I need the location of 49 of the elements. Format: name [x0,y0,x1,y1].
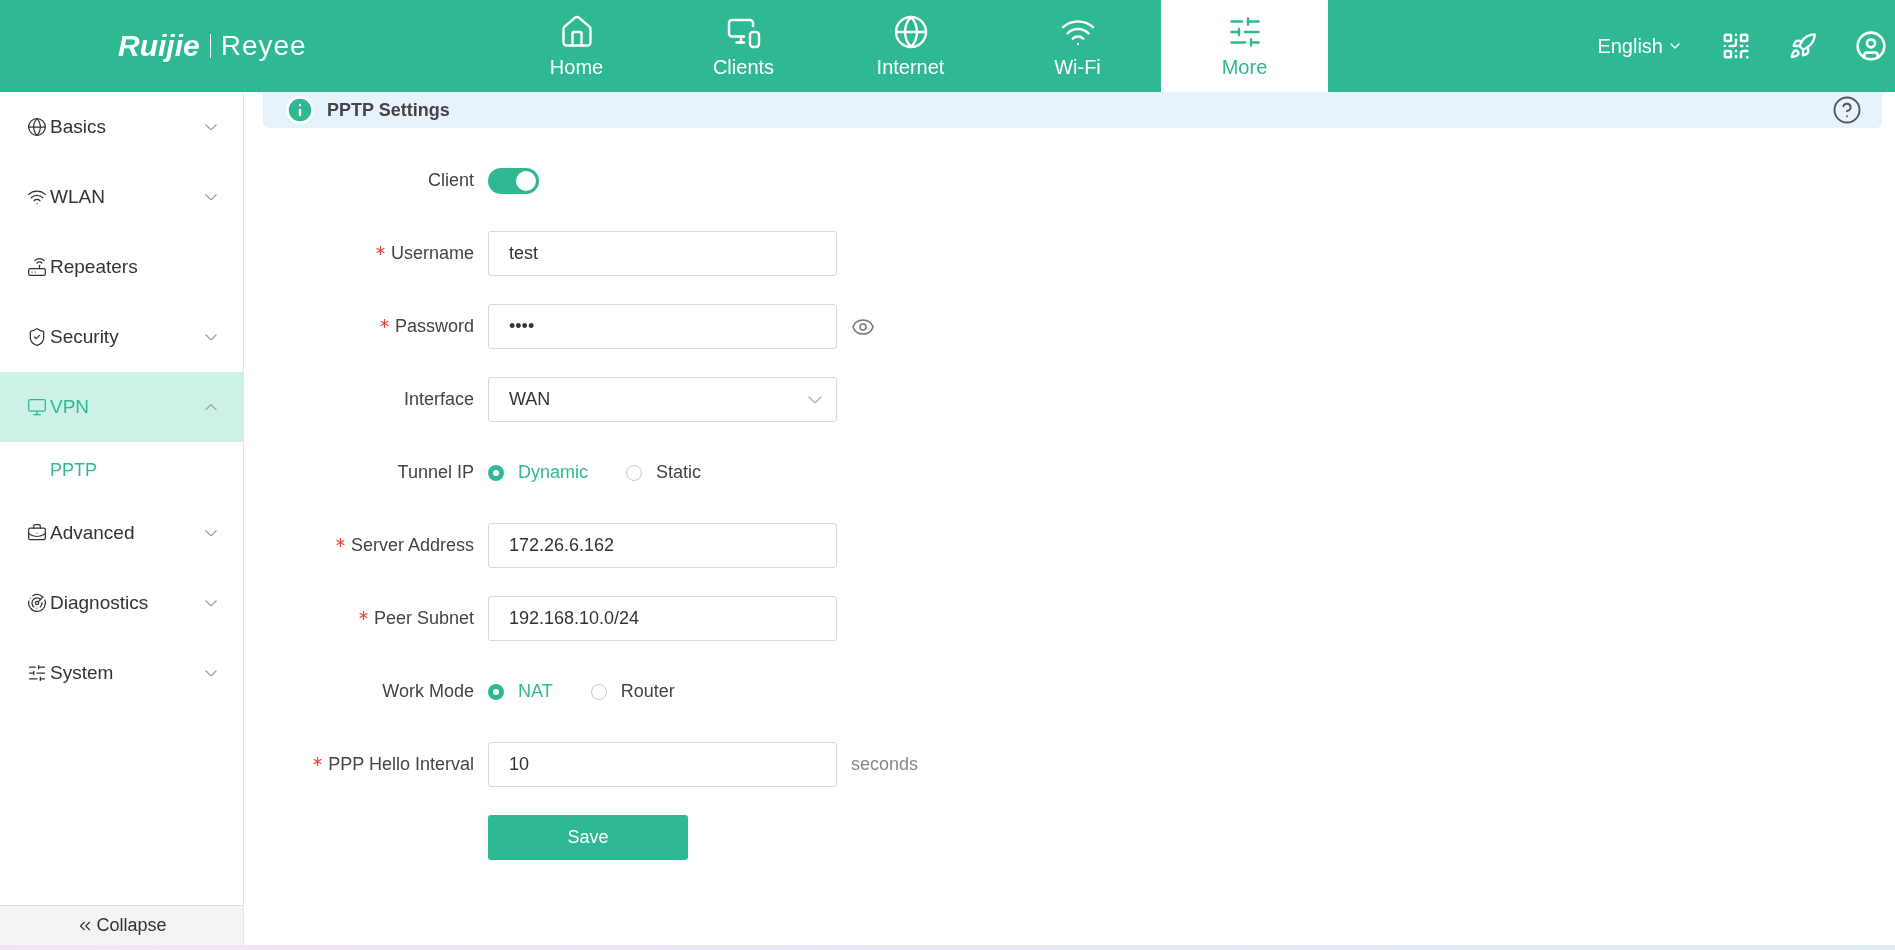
chevron-up-icon [205,403,217,411]
password-field[interactable]: •••• [488,304,837,349]
required-asterisk-icon [313,757,323,766]
briefcase-icon [27,523,47,543]
router-icon [27,257,47,277]
chevron-down-icon [205,669,217,677]
text-field[interactable]: test [488,231,837,276]
radio-option[interactable]: Static [626,462,702,483]
monitor-icon [27,397,47,417]
unit-label: seconds [851,754,919,775]
field-label: Peer Subnet [263,608,474,629]
brand-logo: Ruijie [118,29,200,63]
chevron-down-icon [205,333,217,341]
required-asterisk-icon [358,611,368,620]
field-label: Server Address [263,535,474,556]
qr-code-button[interactable] [1721,31,1751,61]
collapse-button[interactable]: Collapse [0,905,243,945]
text-field[interactable]: 10 [488,742,837,787]
chevron-down-icon [205,599,217,607]
shield-icon [27,327,47,347]
globe-icon [27,117,47,137]
product-logo: Reyee [220,30,307,62]
chevron-down-icon [205,123,217,131]
field-label: PPP Hello Interval [263,754,474,775]
field-label: Interface [402,389,474,410]
radar-icon [27,593,47,613]
rocket-button[interactable] [1789,32,1817,60]
help-icon[interactable] [1832,95,1862,125]
chevron-down-icon [205,529,217,537]
field-label: Username [263,243,474,264]
info-icon [285,95,315,125]
text-field[interactable]: 172.26.6.162 [488,523,837,568]
field-label: Password [263,316,474,337]
account-button[interactable] [1855,30,1887,62]
globe-icon [892,13,929,50]
interface-select[interactable]: WAN [488,377,837,422]
sliders-icon [27,663,47,683]
section-title: PPTP Settings [327,99,451,121]
text-field[interactable]: 192.168.10.0/24 [488,596,837,641]
field-label: Work Mode [381,681,474,702]
required-asterisk-icon [379,319,389,328]
client-switch[interactable] [488,167,539,194]
chevron-down-icon [205,193,217,201]
field-label: Tunnel IP [396,462,474,483]
required-asterisk-icon [335,538,345,547]
radio-option[interactable]: Router [590,681,675,702]
field-label: Client [426,170,474,191]
chevron-down-icon [808,395,822,404]
required-asterisk-icon [375,246,385,255]
